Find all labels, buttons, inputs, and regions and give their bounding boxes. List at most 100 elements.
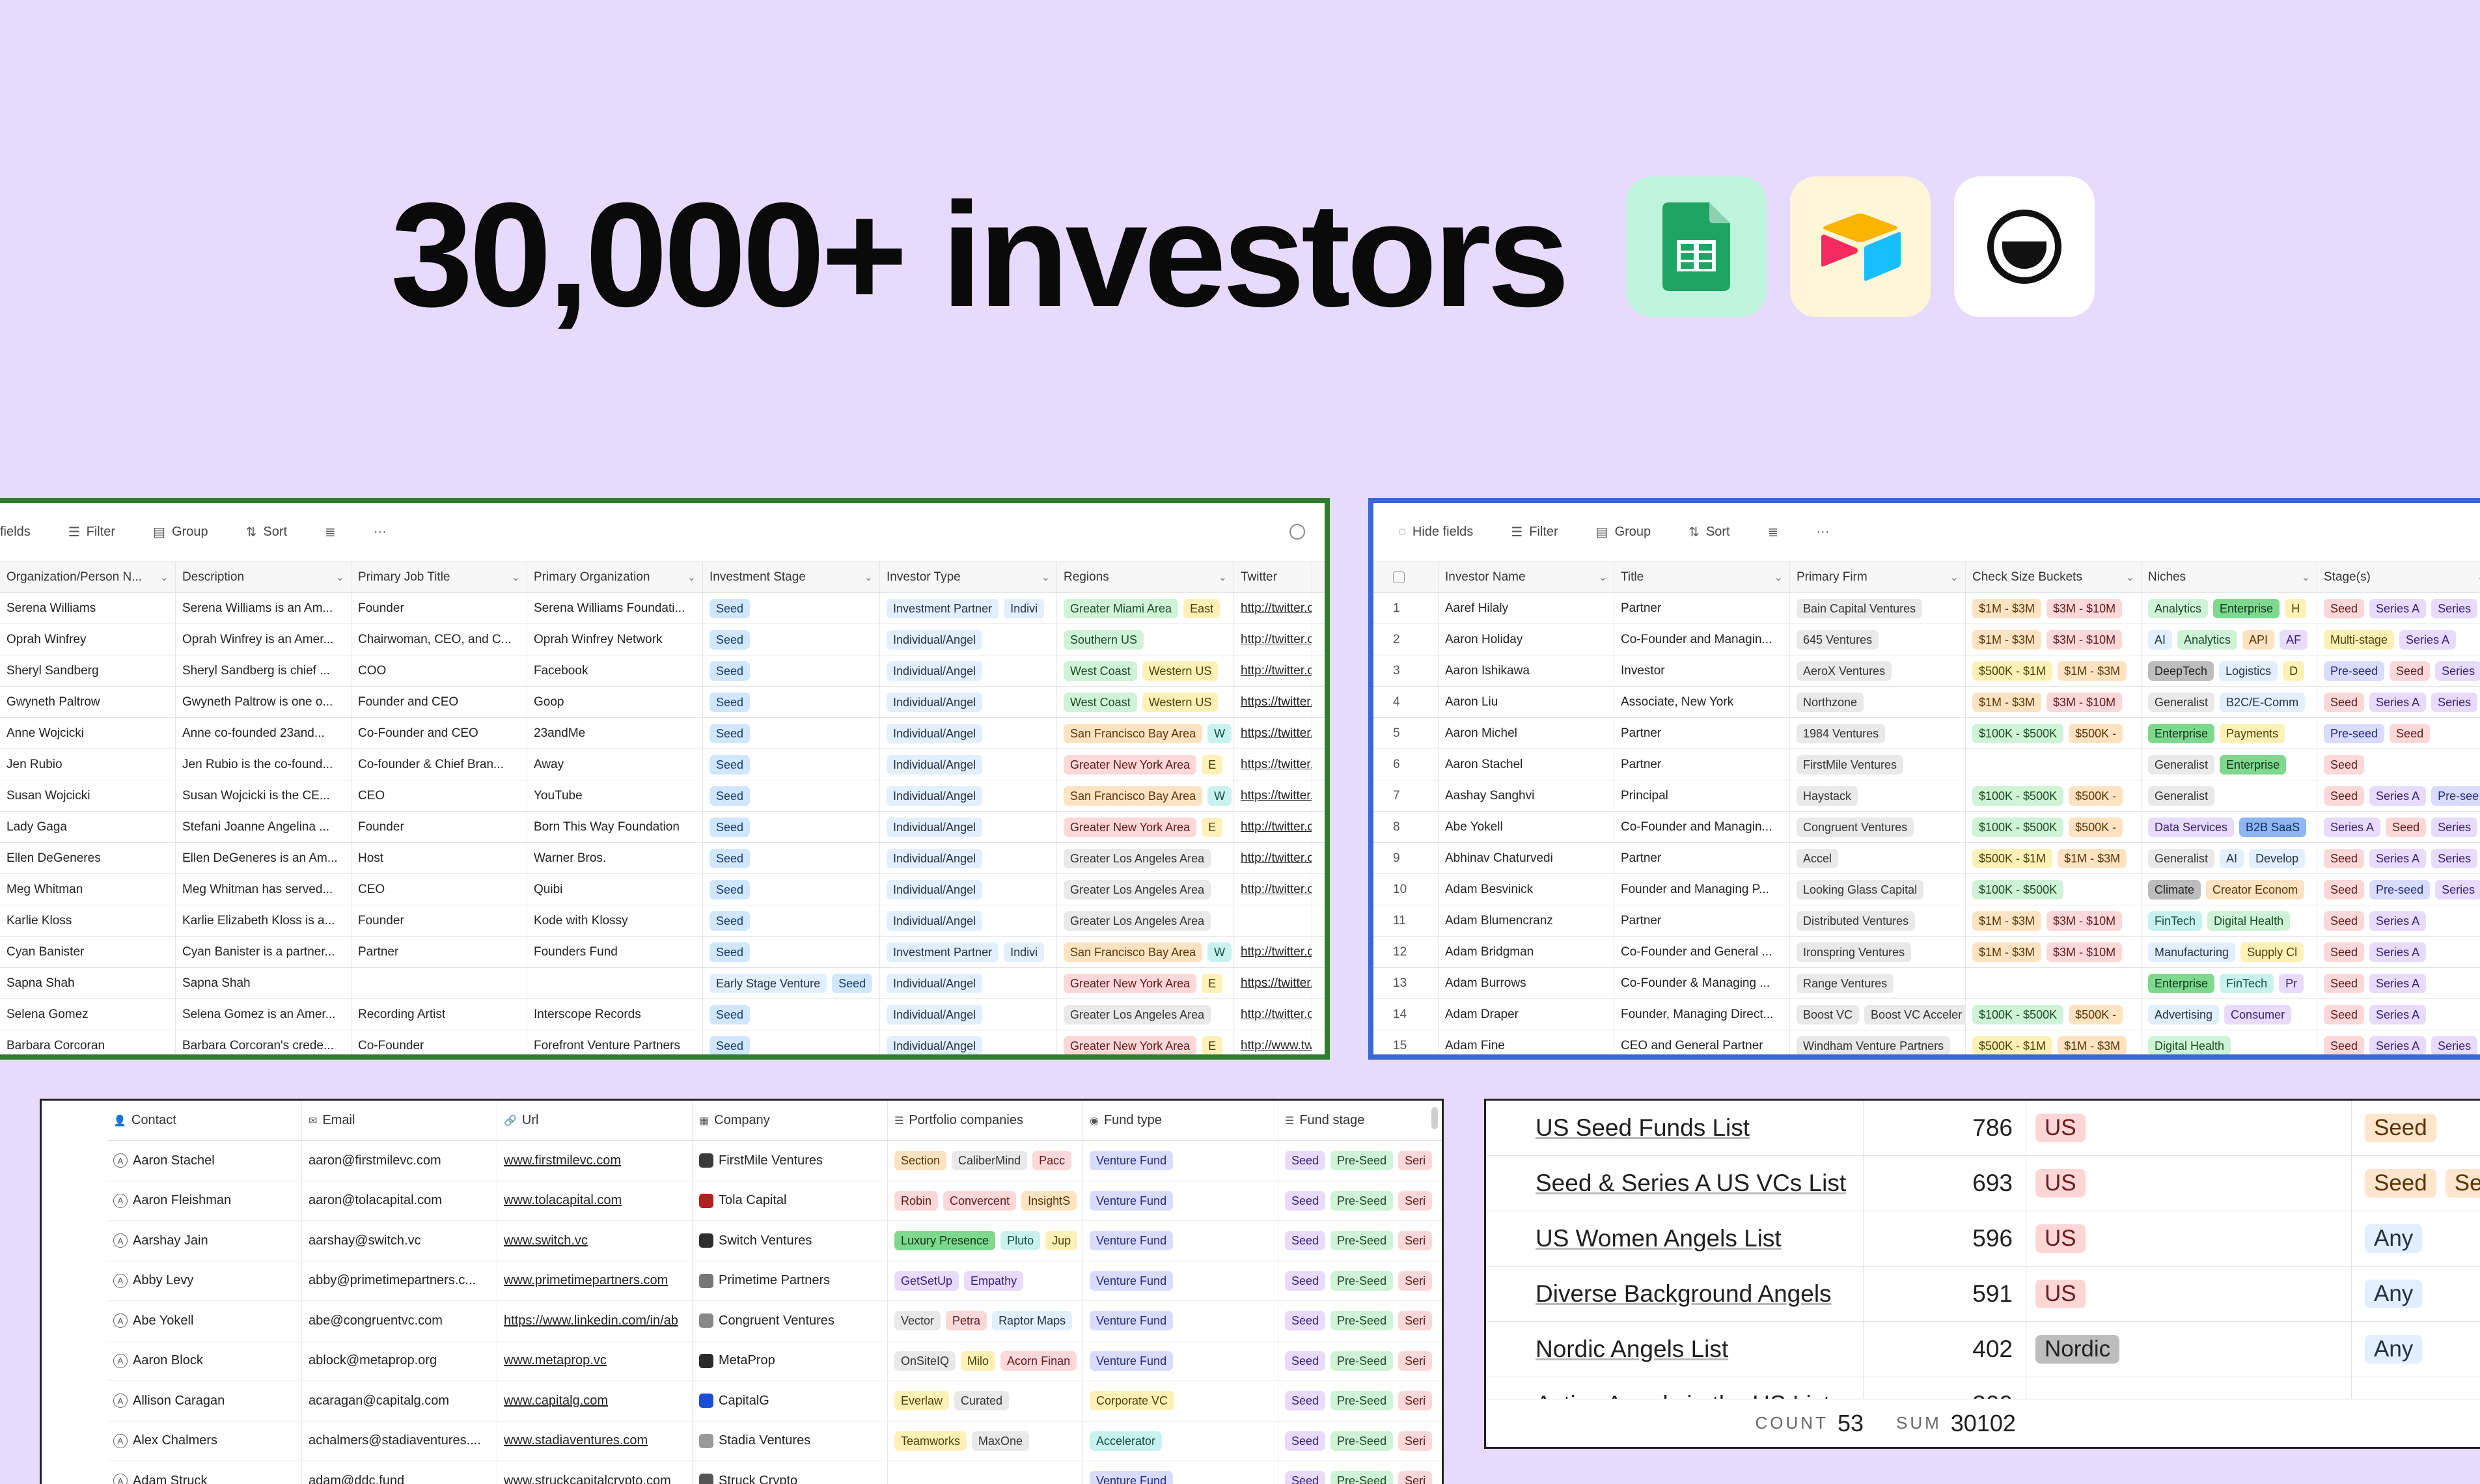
table-cell[interactable]: Principal [1614, 780, 1790, 811]
column-header[interactable]: ▦ Company [693, 1101, 888, 1140]
table-cell[interactable]: Corporate VC [1083, 1381, 1278, 1421]
table-cell[interactable]: Warner Bros. [527, 843, 703, 873]
table-row[interactable]: 9 Abhinav Chaturvedi Partner Accel $500K - $… [1373, 843, 2480, 874]
table-cell[interactable]: Born This Way Foundation [527, 812, 703, 842]
table-cell[interactable]: Forefront Venture Partners [527, 1030, 703, 1054]
table-cell[interactable]: Aaron Stachel [1439, 749, 1614, 780]
table-row[interactable]: 12 Adam Bridgman Co-Founder and General ..… [1373, 937, 2480, 968]
table-cell[interactable]: $1M - $3M $3M - $10M [1966, 937, 2142, 967]
table-cell[interactable]: Goop [527, 687, 703, 717]
table-cell[interactable]: Venture Fund [1083, 1221, 1278, 1261]
table-cell[interactable]: Seed Pre-Seed Seri [1278, 1422, 1442, 1461]
table-cell[interactable]: Founder and CEO [351, 687, 527, 717]
table-cell[interactable]: CapitalG [693, 1381, 888, 1421]
table-cell[interactable]: FinTech Digital Health [2142, 905, 2317, 936]
table-cell[interactable]: FirstMile Ventures [1790, 749, 1966, 780]
table-cell[interactable]: 6 [1373, 749, 1439, 780]
chevron-down-icon[interactable]: ⌄ [160, 571, 169, 584]
table-cell[interactable]: $100K - $500K $500K - [1966, 718, 2142, 749]
table-cell[interactable]: http://twitter.co [1234, 999, 1312, 1030]
table-cell[interactable]: Partner [351, 937, 527, 967]
table-cell[interactable] [527, 968, 703, 998]
table-cell[interactable]: Adam Bridgman [1439, 937, 1614, 967]
table-cell[interactable]: abby@primetimepartners.c... [302, 1261, 497, 1300]
table-cell[interactable]: Founders Fund [527, 937, 703, 967]
table-cell[interactable]: Cyan Banister is a partner... [176, 937, 351, 967]
table-cell[interactable]: Kode with Klossy [527, 905, 703, 936]
table-cell[interactable]: Accel [1790, 843, 1966, 873]
table-cell[interactable]: Seed Pre-Seed Seri [1278, 1301, 1442, 1341]
table-row[interactable]: Anne Wojcicki Anne co-founded 23and... Co-… [0, 718, 1325, 749]
table-cell[interactable]: Seed Series A Pre-see [2317, 780, 2480, 811]
table-cell[interactable]: Co-Founder & Managing ... [1614, 968, 1790, 998]
table-cell[interactable]: Adam Besvinick [1439, 874, 1614, 905]
table-cell[interactable]: 4 [1373, 687, 1439, 717]
table-cell[interactable]: Sapna Shah [176, 968, 351, 998]
table-cell[interactable]: Aaron Michel [1439, 718, 1614, 749]
chevron-down-icon[interactable]: ⌄ [2126, 571, 2134, 584]
table-cell[interactable]: Host [351, 843, 527, 873]
table-cell[interactable]: Selena Gomez is an Amer... [176, 999, 351, 1030]
column-header[interactable]: 🔗 Url [497, 1101, 693, 1140]
table-cell[interactable]: Individual/Angel [880, 624, 1057, 655]
table-cell[interactable]: Seed [703, 905, 880, 936]
table-cell[interactable]: Digital Health [2142, 1030, 2317, 1054]
list-name[interactable]: Seed & Series A US VCs List [1536, 1170, 1846, 1197]
table-cell[interactable]: Individual/Angel [880, 812, 1057, 842]
twitter-link[interactable]: http://twitter.co [1241, 883, 1312, 897]
table-cell[interactable]: http://twitter.co [1234, 843, 1312, 873]
table-cell[interactable]: Greater Los Angeles Area [1057, 843, 1234, 873]
table-cell[interactable]: Early Stage Venture Seed [703, 968, 880, 998]
table-cell[interactable]: Greater Miami Area East [1057, 593, 1234, 624]
table-cell[interactable]: AI Analytics API AF [2142, 624, 2317, 655]
scrollbar[interactable] [1431, 1107, 1438, 1129]
table-cell[interactable]: Lady Gaga [0, 812, 176, 842]
table-cell[interactable]: Switch Ventures [693, 1221, 888, 1261]
table-cell[interactable] [1234, 905, 1312, 936]
table-cell[interactable] [888, 1461, 1083, 1484]
table-cell[interactable]: Founder, Managing Direct... [1614, 999, 1790, 1030]
table-cell[interactable]: Boost VC Boost VC Acceler [1790, 999, 1966, 1030]
twitter-link[interactable]: http://twitter.co [1241, 664, 1312, 678]
table-cell[interactable]: Seed Series A [2317, 968, 2480, 998]
table-cell[interactable]: Barbara Corcoran [0, 1030, 176, 1054]
table-cell[interactable]: Co-Founder and General ... [1614, 937, 1790, 967]
twitter-link[interactable]: http://www.tw [1241, 1039, 1312, 1053]
table-cell[interactable]: AeroX Ventures [1790, 655, 1966, 686]
table-cell[interactable]: Multi-stage Series A [2317, 624, 2480, 655]
table-cell[interactable]: Robin Convercent InsightS [888, 1181, 1083, 1220]
table-cell[interactable]: Partner [1614, 905, 1790, 936]
table-row[interactable]: A Abe Yokell abe@congruentvc.com https://ww… [107, 1301, 1442, 1341]
table-cell[interactable]: Sapna Shah [0, 968, 176, 998]
table-cell[interactable]: Adam Fine [1439, 1030, 1614, 1054]
url-link[interactable]: www.primetimepartners.com [504, 1273, 668, 1288]
chevron-down-icon[interactable]: ⌄ [2477, 571, 2480, 584]
table-cell[interactable] [351, 968, 527, 998]
twitter-link[interactable]: https://twitter. [1241, 789, 1312, 803]
table-cell[interactable]: aaron@tolacapital.com [302, 1181, 497, 1220]
twitter-link[interactable]: http://twitter.co [1241, 945, 1312, 959]
table-cell[interactable]: Seed Pre-Seed Seri [1278, 1381, 1442, 1421]
table-cell[interactable]: Vector Petra Raptor Maps [888, 1301, 1083, 1341]
table-cell[interactable]: Looking Glass Capital [1790, 874, 1966, 905]
table-cell[interactable]: Ellen DeGeneres [0, 843, 176, 873]
table-row[interactable]: Selena Gomez Selena Gomez is an Amer... Re… [0, 999, 1325, 1030]
table-cell[interactable]: A Aaron Stachel [107, 1141, 302, 1181]
list-name-cell[interactable]: Nordic Angels List [1486, 1322, 1864, 1377]
table-cell[interactable]: A Alex Chalmers [107, 1421, 302, 1461]
twitter-link[interactable]: https://twitter. [1241, 695, 1312, 709]
table-cell[interactable]: Co-Founder and CEO [351, 718, 527, 749]
table-cell[interactable]: Jen Rubio is the co-found... [176, 749, 351, 780]
table-cell[interactable]: Co-Founder [351, 1030, 527, 1054]
table-row[interactable]: 4 Aaron Liu Associate, New York Northzone $1… [1373, 687, 2480, 718]
table-cell[interactable]: Anne co-founded 23and... [176, 718, 351, 749]
table-cell[interactable]: Seed [703, 843, 880, 873]
column-header[interactable]: ☰ Portfolio companies [888, 1101, 1083, 1140]
table-cell[interactable]: Cyan Banister [0, 937, 176, 967]
table-cell[interactable]: Seed [703, 687, 880, 717]
table-cell[interactable]: www.metaprop.vc [497, 1341, 693, 1381]
table-cell[interactable]: 15 [1373, 1030, 1439, 1054]
table-cell[interactable]: Range Ventures [1790, 968, 1966, 998]
table-cell[interactable]: Seed Pre-Seed Seri [1278, 1341, 1442, 1381]
table-cell[interactable]: Adam Burrows [1439, 968, 1614, 998]
